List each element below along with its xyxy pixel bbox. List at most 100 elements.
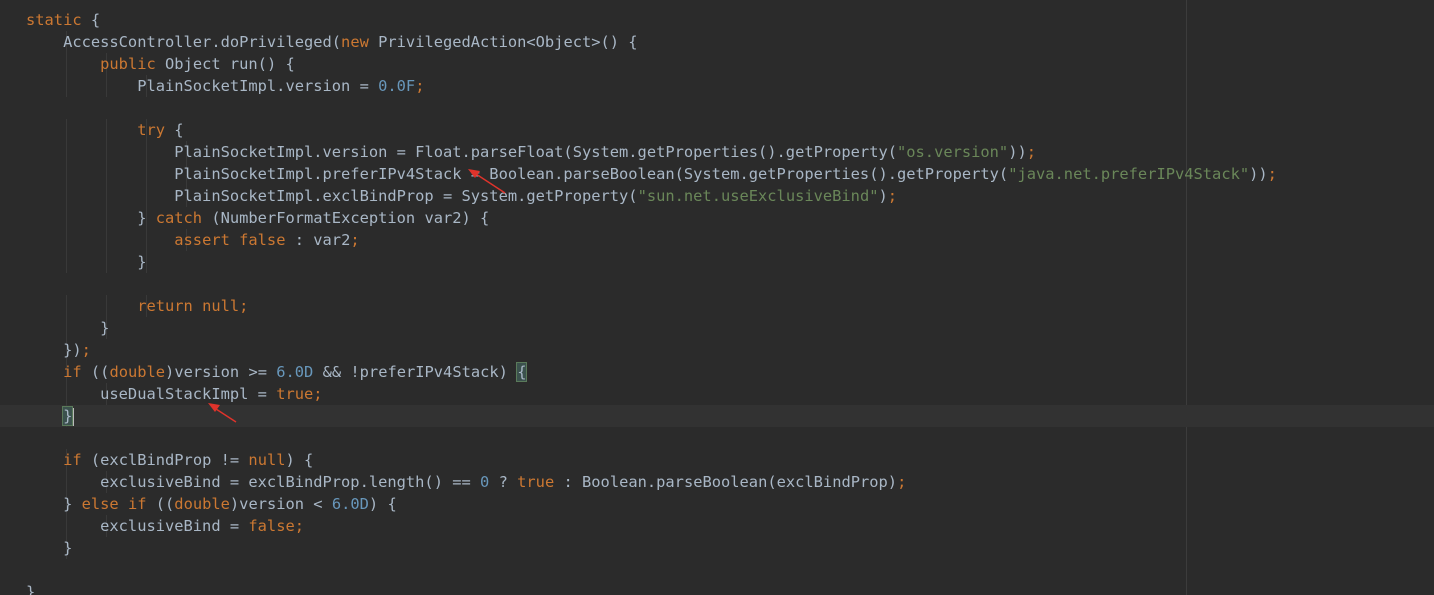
code-token: static — [26, 11, 82, 29]
code-token: ; — [81, 341, 91, 359]
code-line-17[interactable]: if ((double)version >= 6.0D && !preferIP… — [0, 361, 1434, 383]
code-token: : Boolean.parseBoolean(exclBindProp) — [554, 473, 898, 491]
code-token: exclusiveBind = — [26, 517, 249, 535]
code-text: exclusiveBind = false; — [26, 515, 304, 537]
code-line-7[interactable]: PlainSocketImpl.version = Float.parseFlo… — [0, 141, 1434, 163]
code-line-12[interactable]: } — [0, 251, 1434, 273]
code-token: PrivilegedAction<Object>() { — [368, 33, 638, 51]
code-token: Object run() { — [155, 55, 295, 73]
matched-brace: } — [62, 406, 74, 426]
code-text: return null; — [26, 295, 248, 317]
code-token: : var2 — [285, 231, 351, 249]
code-token: null — [248, 451, 286, 469]
code-token: public — [100, 55, 156, 73]
code-text: PlainSocketImpl.preferIPv4Stack = Boolea… — [26, 163, 1277, 185]
code-line-26[interactable] — [0, 559, 1434, 581]
code-text: public Object run() { — [26, 53, 295, 75]
code-text: } else if ((double)version < 6.0D) { — [26, 493, 397, 515]
code-token: 6.0D — [276, 363, 314, 381]
code-text: assert false : var2; — [26, 229, 360, 251]
code-line-13[interactable] — [0, 273, 1434, 295]
code-line-14[interactable]: return null; — [0, 295, 1434, 317]
code-token: AccessController.doPrivileged( — [26, 33, 342, 51]
code-token: PlainSocketImpl.exclBindProp = System.ge… — [26, 187, 638, 205]
code-token: PlainSocketImpl.version = Float.parseFlo… — [26, 143, 897, 161]
code-lines: static { AccessController.doPrivileged(n… — [0, 9, 1434, 595]
code-editor[interactable]: static { AccessController.doPrivileged(n… — [0, 0, 1434, 595]
code-text: } catch (NumberFormatException var2) { — [26, 207, 489, 229]
code-line-22[interactable]: exclusiveBind = exclBindProp.length() ==… — [0, 471, 1434, 493]
code-line-2[interactable]: AccessController.doPrivileged(new Privil… — [0, 31, 1434, 53]
code-token: } — [26, 209, 156, 227]
code-text: AccessController.doPrivileged(new Privil… — [26, 31, 638, 53]
code-token: } — [26, 495, 82, 513]
code-token: "java.net.preferIPv4Stack" — [1008, 165, 1250, 183]
code-line-16[interactable]: }); — [0, 339, 1434, 361]
code-token: ; — [350, 231, 360, 249]
code-line-19[interactable]: } — [0, 405, 1434, 427]
code-line-23[interactable]: } else if ((double)version < 6.0D) { — [0, 493, 1434, 515]
code-line-6[interactable]: try { — [0, 119, 1434, 141]
code-token: if — [63, 363, 82, 381]
code-text: useDualStackImpl = true; — [26, 383, 323, 405]
code-line-5[interactable] — [0, 97, 1434, 119]
code-token: PlainSocketImpl.version = — [26, 77, 379, 95]
code-token: ; — [887, 187, 898, 205]
code-line-18[interactable]: useDualStackImpl = true; — [0, 383, 1434, 405]
code-line-25[interactable]: } — [0, 537, 1434, 559]
code-token: ? — [489, 473, 518, 491]
code-text: if (exclBindProp != null) { — [26, 449, 313, 471]
code-token: ; — [1267, 165, 1277, 183]
code-token: { — [165, 121, 184, 139]
code-line-9[interactable]: PlainSocketImpl.exclBindProp = System.ge… — [0, 185, 1434, 207]
code-token: } — [26, 319, 110, 337]
code-token: ; — [1026, 143, 1037, 161]
code-token: && !preferIPv4Stack) — [313, 363, 518, 381]
code-line-8[interactable]: PlainSocketImpl.preferIPv4Stack = Boolea… — [0, 163, 1434, 185]
code-token: }) — [26, 341, 82, 359]
code-text: } — [26, 537, 72, 559]
code-token: new — [341, 33, 369, 51]
code-token: (( — [81, 363, 110, 381]
code-text: PlainSocketImpl.version = Float.parseFlo… — [26, 141, 1036, 163]
code-token: 0 — [480, 473, 490, 491]
code-line-10[interactable]: } catch (NumberFormatException var2) { — [0, 207, 1434, 229]
code-line-4[interactable]: PlainSocketImpl.version = 0.0F; — [0, 75, 1434, 97]
code-text: }); — [26, 339, 91, 361]
code-token: 0.0F — [378, 77, 416, 95]
code-token: useDualStackImpl = — [26, 385, 277, 403]
code-line-21[interactable]: if (exclBindProp != null) { — [0, 449, 1434, 471]
code-line-3[interactable]: public Object run() { — [0, 53, 1434, 75]
code-line-27[interactable]: } — [0, 581, 1434, 595]
code-text: try { — [26, 119, 184, 141]
code-token: assert false — [174, 231, 286, 249]
code-token: ) { — [285, 451, 314, 469]
code-text: static { — [26, 9, 100, 31]
code-token: (( — [146, 495, 175, 513]
code-token: exclusiveBind = exclBindProp.length() == — [26, 473, 481, 491]
code-text: PlainSocketImpl.exclBindProp = System.ge… — [26, 185, 897, 207]
code-token: false; — [248, 517, 304, 535]
code-token: "os.version" — [897, 143, 1009, 161]
code-line-20[interactable] — [0, 427, 1434, 449]
code-text: exclusiveBind = exclBindProp.length() ==… — [26, 471, 906, 493]
code-token: { — [81, 11, 101, 29]
code-text: if ((double)version >= 6.0D && !preferIP… — [26, 361, 528, 383]
code-line-15[interactable]: } — [0, 317, 1434, 339]
code-token: } — [26, 253, 147, 271]
text-caret — [72, 407, 75, 426]
code-token: ; — [897, 473, 907, 491]
code-token: if — [63, 451, 82, 469]
code-token: else if — [81, 495, 147, 513]
code-line-1[interactable]: static { — [0, 9, 1434, 31]
code-line-11[interactable]: assert false : var2; — [0, 229, 1434, 251]
matched-brace: { — [516, 362, 528, 382]
code-token: catch — [155, 209, 203, 227]
code-token: true; — [276, 385, 323, 403]
code-line-24[interactable]: exclusiveBind = false; — [0, 515, 1434, 537]
